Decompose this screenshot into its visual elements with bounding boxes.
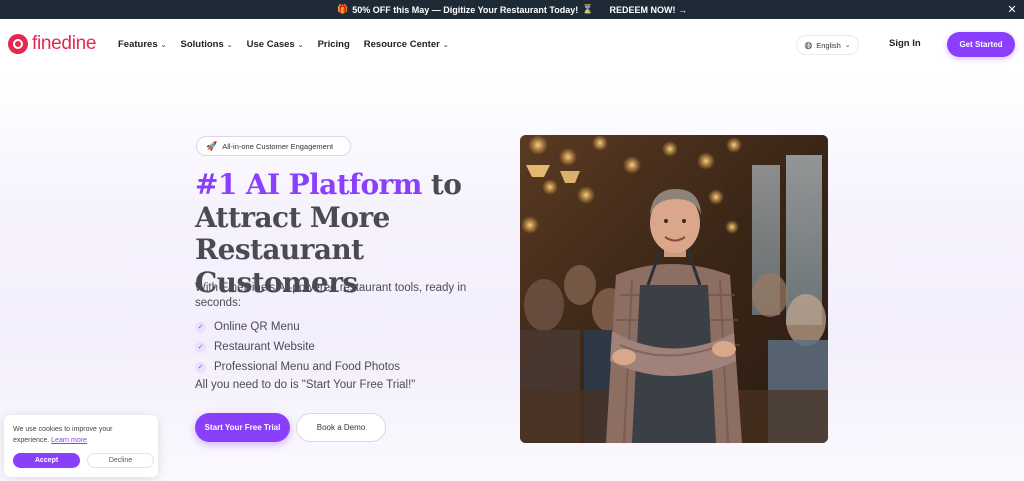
chevron-down-icon: ⌄ <box>844 42 851 49</box>
check-icon: ✓ <box>195 361 206 373</box>
logo-text: finedine <box>32 33 97 54</box>
nav-menu: Features ⌄ Solutions ⌄ Use Cases ⌄ Prici… <box>118 19 449 70</box>
sign-in-link[interactable]: Sign In <box>889 38 921 49</box>
nav-item-features[interactable]: Features ⌄ <box>118 39 166 50</box>
chevron-down-icon: ⌄ <box>226 41 233 49</box>
nav-item-use-cases[interactable]: Use Cases ⌄ <box>247 39 304 50</box>
cookie-message: We use cookies to improve your experienc… <box>13 424 149 446</box>
nav-item-label: Solutions <box>180 39 224 50</box>
promo-banner: 🎁 50% OFF this May — Digitize Your Resta… <box>0 0 1024 19</box>
learn-more-link[interactable]: Learn more <box>51 437 87 444</box>
decline-cookies-button[interactable]: Decline <box>87 453 154 468</box>
chevron-down-icon: ⌄ <box>160 41 167 49</box>
checklist-item: ✓ Professional Menu and Food Photos <box>195 357 400 377</box>
book-demo-button[interactable]: Book a Demo <box>296 413 386 442</box>
headline-part: Attract More <box>195 200 390 234</box>
checklist-label: Restaurant Website <box>214 341 315 353</box>
badge-label: All-in-one Customer Engagement <box>222 141 334 151</box>
chevron-down-icon: ⌄ <box>442 41 449 49</box>
hero-photo <box>520 135 828 443</box>
language-selector[interactable]: ◍ English ⌄ <box>796 35 859 55</box>
checklist-item: ✓ Online QR Menu <box>195 317 400 337</box>
hero-tagline: All you need to do is "Start Your Free T… <box>195 379 416 391</box>
nav-item-pricing[interactable]: Pricing <box>318 39 350 50</box>
nav-item-label: Use Cases <box>246 39 295 50</box>
checklist-label: Online QR Menu <box>214 321 300 333</box>
gift-icon: 🎁 <box>337 4 349 14</box>
redeem-link[interactable]: REDEEM NOW! → <box>609 5 687 15</box>
chevron-down-icon: ⌄ <box>297 41 304 49</box>
language-label: English <box>816 40 841 50</box>
nav-item-resource-center[interactable]: Resource Center ⌄ <box>364 39 449 50</box>
hero-subtext: With FineDine's AI-powered restaurant to… <box>195 282 467 309</box>
headline-accent: #1 AI Platform <box>195 168 422 201</box>
globe-icon: ◍ <box>804 39 813 50</box>
feature-checklist: ✓ Online QR Menu ✓ Restaurant Website ✓ … <box>195 317 400 377</box>
nav-item-solutions[interactable]: Solutions ⌄ <box>180 39 232 50</box>
checklist-item: ✓ Restaurant Website <box>195 337 400 357</box>
check-icon: ✓ <box>195 341 206 353</box>
checklist-label: Professional Menu and Food Photos <box>214 361 401 373</box>
check-icon: ✓ <box>195 321 206 333</box>
rocket-icon: 🚀 <box>206 140 218 151</box>
hero-headline: #1 AI Platform to Attract More Restauran… <box>195 168 515 299</box>
close-icon[interactable]: ✕ <box>1004 0 1020 19</box>
logo[interactable]: finedine <box>8 33 96 55</box>
main-navigation: finedine Features ⌄ Solutions ⌄ Use Case… <box>0 19 1024 70</box>
headline-part: to <box>421 168 462 201</box>
get-started-button[interactable]: Get Started <box>947 32 1015 57</box>
feature-badge: 🚀 All-in-one Customer Engagement <box>196 136 351 156</box>
logo-mark-icon <box>8 34 28 54</box>
hourglass-icon: ⌛ <box>582 4 594 14</box>
nav-item-label: Pricing <box>317 39 350 50</box>
nav-item-label: Resource Center <box>363 39 440 50</box>
restaurant-owner-image <box>520 135 828 443</box>
cookie-consent-banner: We use cookies to improve your experienc… <box>4 415 158 477</box>
start-free-trial-button[interactable]: Start Your Free Trial <box>195 413 290 442</box>
nav-item-label: Features <box>118 39 158 50</box>
promo-text: 50% OFF this May — Digitize Your Restaur… <box>352 4 579 15</box>
accept-cookies-button[interactable]: Accept <box>13 453 80 468</box>
